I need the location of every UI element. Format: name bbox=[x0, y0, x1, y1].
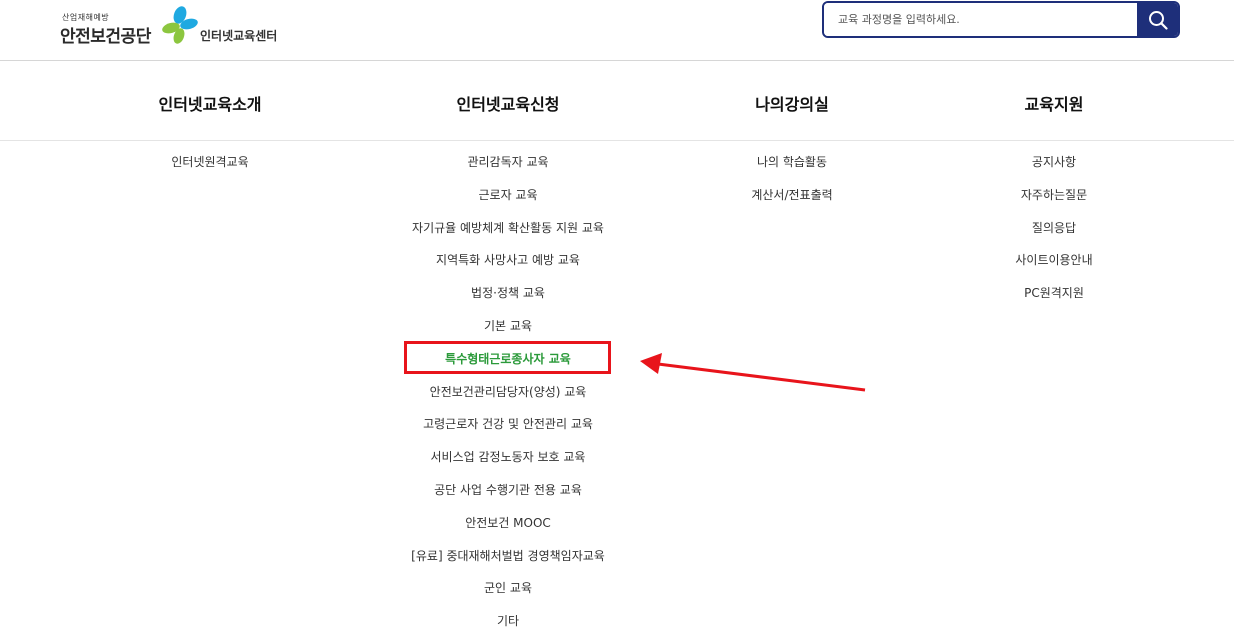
submenu-item-elderly-workers[interactable]: 고령근로자 건강 및 안전관리 교육 bbox=[423, 403, 593, 436]
annotation-highlight-box bbox=[404, 341, 611, 374]
submenu-item-safety-manager[interactable]: 안전보건관리담당자(양성) 교육 bbox=[430, 371, 587, 404]
submenu-item-worker[interactable]: 근로자 교육 bbox=[478, 174, 537, 207]
nav-my-classroom[interactable]: 나의강의실 bbox=[755, 91, 829, 115]
page: 산업재해예방 안전보건공단 인터넷교육센터 교육 과정명을 입력하세요. 인터넷… bbox=[0, 0, 1234, 644]
submenu-item-military[interactable]: 군인 교육 bbox=[484, 567, 532, 600]
nav-edu-support[interactable]: 교육지원 bbox=[1025, 91, 1084, 115]
nav-internet-edu-apply[interactable]: 인터넷교육신청 bbox=[456, 91, 559, 115]
submenu-item-basic[interactable]: 기본 교육 bbox=[484, 305, 532, 338]
submenu-item-etc[interactable]: 기타 bbox=[497, 600, 519, 633]
submenu-item-notice[interactable]: 공지사항 bbox=[1032, 141, 1076, 174]
submenu-item-agency-only[interactable]: 공단 사업 수행기관 전용 교육 bbox=[434, 469, 582, 502]
submenu-item-my-activity[interactable]: 나의 학습활동 bbox=[757, 141, 827, 174]
submenu-item-paid-ceo[interactable]: [유료] 중대재해처벌법 경영책임자교육 bbox=[411, 535, 605, 568]
site-logo[interactable]: 산업재해예방 안전보건공단 인터넷교육센터 bbox=[60, 6, 278, 47]
submenu-classroom: 나의 학습활동 계산서/전표출력 bbox=[751, 141, 832, 207]
search-button[interactable] bbox=[1137, 3, 1178, 36]
submenu-item-mooc[interactable]: 안전보건 MOOC bbox=[465, 502, 551, 535]
logo-title: 안전보건공단 bbox=[60, 27, 151, 47]
submenu-item-invoice[interactable]: 계산서/전표출력 bbox=[751, 174, 832, 207]
submenu-item-site-guide[interactable]: 사이트이용안내 bbox=[1015, 239, 1092, 272]
submenu-item-remote-edu[interactable]: 인터넷원격교육 bbox=[171, 141, 248, 174]
submenu-apply: 관리감독자 교육 근로자 교육 자기규율 예방체계 확산활동 지원 교육 지역특… bbox=[411, 141, 605, 633]
search-bar bbox=[822, 1, 1180, 38]
search-icon bbox=[1148, 10, 1168, 30]
submenu-item-self-regulation[interactable]: 자기규율 예방체계 확산활동 지원 교육 bbox=[412, 207, 604, 240]
submenu-item-legal-policy[interactable]: 법정·정책 교육 bbox=[471, 272, 545, 305]
submenu-item-regional[interactable]: 지역특화 사망사고 예방 교육 bbox=[436, 239, 580, 272]
annotation-arrow-icon bbox=[640, 353, 866, 392]
nav-internet-edu-intro[interactable]: 인터넷교육소개 bbox=[158, 91, 261, 115]
submenu-item-qna[interactable]: 질의응답 bbox=[1032, 207, 1076, 240]
logo-text: 산업재해예방 안전보건공단 bbox=[60, 6, 160, 47]
submenu-item-supervisor[interactable]: 관리감독자 교육 bbox=[467, 141, 548, 174]
submenu-item-pc-remote[interactable]: PC원격지원 bbox=[1024, 272, 1084, 305]
submenu-item-emotional-labor[interactable]: 서비스업 감정노동자 보호 교육 bbox=[431, 436, 586, 469]
submenu-item-faq[interactable]: 자주하는질문 bbox=[1021, 174, 1087, 207]
search-input[interactable] bbox=[824, 3, 1137, 36]
logo-cross-icon bbox=[162, 6, 198, 46]
logo-center-name: 인터넷교육센터 bbox=[200, 29, 278, 43]
main-nav: 인터넷교육소개 인터넷교육신청 나의강의실 교육지원 bbox=[0, 61, 1234, 141]
submenu-support: 공지사항 자주하는질문 질의응답 사이트이용안내 PC원격지원 bbox=[1015, 141, 1092, 305]
submenu-intro: 인터넷원격교육 bbox=[171, 141, 248, 174]
site-header: 산업재해예방 안전보건공단 인터넷교육센터 bbox=[0, 0, 1234, 61]
